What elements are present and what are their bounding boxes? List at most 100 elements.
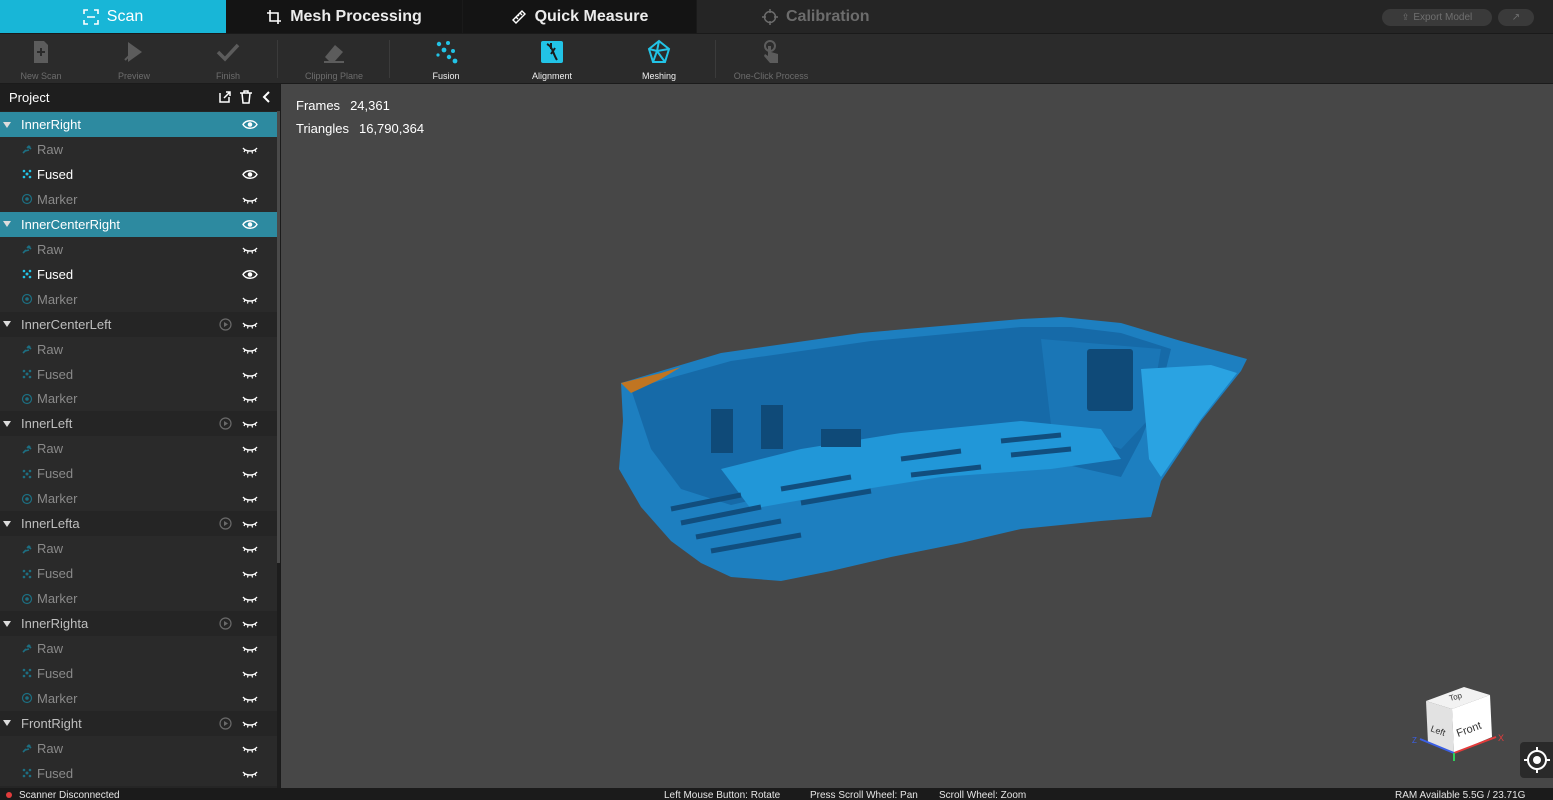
- expand-caret-icon[interactable]: [3, 720, 11, 727]
- finish-button[interactable]: Finish: [183, 34, 273, 83]
- alignment-button[interactable]: Alignment: [507, 34, 597, 83]
- play-icon[interactable]: [219, 417, 232, 430]
- tree-child-row[interactable]: Fused: [0, 660, 277, 686]
- eye-open-icon[interactable]: [242, 218, 258, 231]
- locate-button[interactable]: [1520, 742, 1553, 778]
- marker-icon: [21, 293, 33, 305]
- expand-caret-icon[interactable]: [3, 221, 11, 228]
- tree-group-row[interactable]: InnerRighta: [0, 611, 277, 636]
- view-cube[interactable]: Top Left Front X Z: [1406, 679, 1511, 764]
- child-label: Raw: [37, 241, 64, 257]
- tab-quick-measure[interactable]: Quick Measure: [463, 0, 696, 33]
- toolbar-divider: [389, 40, 390, 78]
- tree-child-row[interactable]: Marker: [0, 586, 277, 612]
- child-label: Raw: [37, 541, 64, 557]
- expand-caret-icon[interactable]: [3, 420, 11, 427]
- tree-child-row[interactable]: Raw: [0, 536, 277, 562]
- share-button[interactable]: ↗: [1498, 9, 1534, 26]
- ruler-icon: [511, 9, 526, 24]
- eye-closed-icon[interactable]: [242, 767, 258, 780]
- tree-group-row[interactable]: InnerLeft: [0, 411, 277, 436]
- tree-child-row[interactable]: Fused: [0, 361, 277, 387]
- marker-icon: [21, 493, 33, 505]
- eye-closed-icon[interactable]: [242, 467, 258, 480]
- expand-caret-icon[interactable]: [3, 620, 11, 627]
- clipping-plane-button[interactable]: Clipping Plane: [289, 34, 379, 83]
- tab-scan-label: Scan: [106, 7, 144, 25]
- eye-closed-icon[interactable]: [242, 567, 258, 580]
- tree-child-row[interactable]: Marker: [0, 486, 277, 512]
- eye-closed-icon[interactable]: [242, 592, 258, 605]
- scrollbar-thumb[interactable]: [277, 111, 280, 563]
- tree-child-row[interactable]: Marker: [0, 286, 277, 312]
- eye-closed-icon[interactable]: [242, 442, 258, 455]
- child-label: Raw: [37, 640, 64, 656]
- scanned-bumper-model[interactable]: [601, 309, 1261, 589]
- tree-group-row[interactable]: InnerCenterLeft: [0, 312, 277, 337]
- group-name: InnerLefta: [21, 516, 80, 532]
- eye-closed-icon[interactable]: [242, 318, 258, 331]
- eye-closed-icon[interactable]: [242, 492, 258, 505]
- tree-child-row[interactable]: Fused: [0, 261, 277, 287]
- tab-mesh-processing[interactable]: Mesh Processing: [226, 0, 462, 33]
- eye-closed-icon[interactable]: [242, 368, 258, 381]
- tree-child-row[interactable]: Marker: [0, 186, 277, 212]
- frames-value: 24,361: [350, 98, 390, 113]
- play-icon[interactable]: [219, 517, 232, 530]
- tree-child-row[interactable]: Fused: [0, 161, 277, 187]
- eye-closed-icon[interactable]: [242, 667, 258, 680]
- trash-icon[interactable]: [239, 90, 253, 104]
- eye-closed-icon[interactable]: [242, 293, 258, 306]
- export-model-button[interactable]: ⇪ Export Model: [1382, 9, 1492, 26]
- tree-child-row[interactable]: Raw: [0, 236, 277, 262]
- tree-group-row[interactable]: FrontRight: [0, 711, 277, 736]
- eye-closed-icon[interactable]: [242, 517, 258, 530]
- tree-group-row[interactable]: InnerLefta: [0, 511, 277, 536]
- expand-caret-icon[interactable]: [3, 520, 11, 527]
- meshing-button[interactable]: Meshing: [614, 34, 704, 83]
- eye-closed-icon[interactable]: [242, 692, 258, 705]
- play-icon[interactable]: [219, 617, 232, 630]
- child-label: Marker: [37, 391, 78, 407]
- export-file-icon[interactable]: [218, 90, 232, 104]
- eye-closed-icon[interactable]: [242, 343, 258, 356]
- tree-child-row[interactable]: Fused: [0, 461, 277, 487]
- expand-caret-icon[interactable]: [3, 321, 11, 328]
- eye-closed-icon[interactable]: [242, 642, 258, 655]
- tree-child-row[interactable]: Marker: [0, 386, 277, 412]
- play-icon[interactable]: [219, 317, 232, 331]
- play-icon[interactable]: [219, 717, 232, 730]
- expand-caret-icon[interactable]: [3, 121, 11, 128]
- eye-closed-icon[interactable]: [242, 417, 258, 430]
- tree-group-row[interactable]: InnerCenterRight: [0, 211, 277, 237]
- eye-closed-icon[interactable]: [242, 717, 258, 730]
- eye-closed-icon[interactable]: [242, 392, 258, 405]
- collapse-left-icon[interactable]: [260, 90, 274, 104]
- eye-open-icon[interactable]: [242, 268, 258, 281]
- tree-child-row[interactable]: Raw: [0, 635, 277, 661]
- eye-closed-icon[interactable]: [242, 542, 258, 555]
- 3d-viewport[interactable]: Frames 24,361 Triangles 16,790,364 Top L…: [281, 84, 1553, 788]
- eye-closed-icon[interactable]: [242, 193, 258, 206]
- eye-closed-icon[interactable]: [242, 742, 258, 755]
- one-click-process-button[interactable]: One-Click Process: [726, 34, 816, 83]
- eye-closed-icon[interactable]: [242, 143, 258, 156]
- child-label: Fused: [37, 266, 74, 282]
- tree-child-row[interactable]: Fused: [0, 760, 277, 786]
- eye-open-icon[interactable]: [242, 168, 258, 181]
- tree-child-row[interactable]: Fused: [0, 561, 277, 587]
- tree-child-row[interactable]: Raw: [0, 436, 277, 462]
- preview-button[interactable]: Preview: [89, 34, 179, 83]
- toolbar-divider: [277, 40, 278, 78]
- fusion-button[interactable]: Fusion: [401, 34, 491, 83]
- tree-child-row[interactable]: Marker: [0, 685, 277, 711]
- eye-closed-icon[interactable]: [242, 617, 258, 630]
- tree-group-row[interactable]: InnerRight: [0, 112, 277, 137]
- tree-child-row[interactable]: Raw: [0, 136, 277, 162]
- eye-closed-icon[interactable]: [242, 243, 258, 256]
- new-scan-button[interactable]: New Scan: [0, 34, 86, 83]
- eye-open-icon[interactable]: [242, 118, 258, 131]
- tree-child-row[interactable]: Raw: [0, 735, 277, 761]
- tab-scan[interactable]: Scan: [0, 0, 226, 33]
- tree-child-row[interactable]: Raw: [0, 336, 277, 362]
